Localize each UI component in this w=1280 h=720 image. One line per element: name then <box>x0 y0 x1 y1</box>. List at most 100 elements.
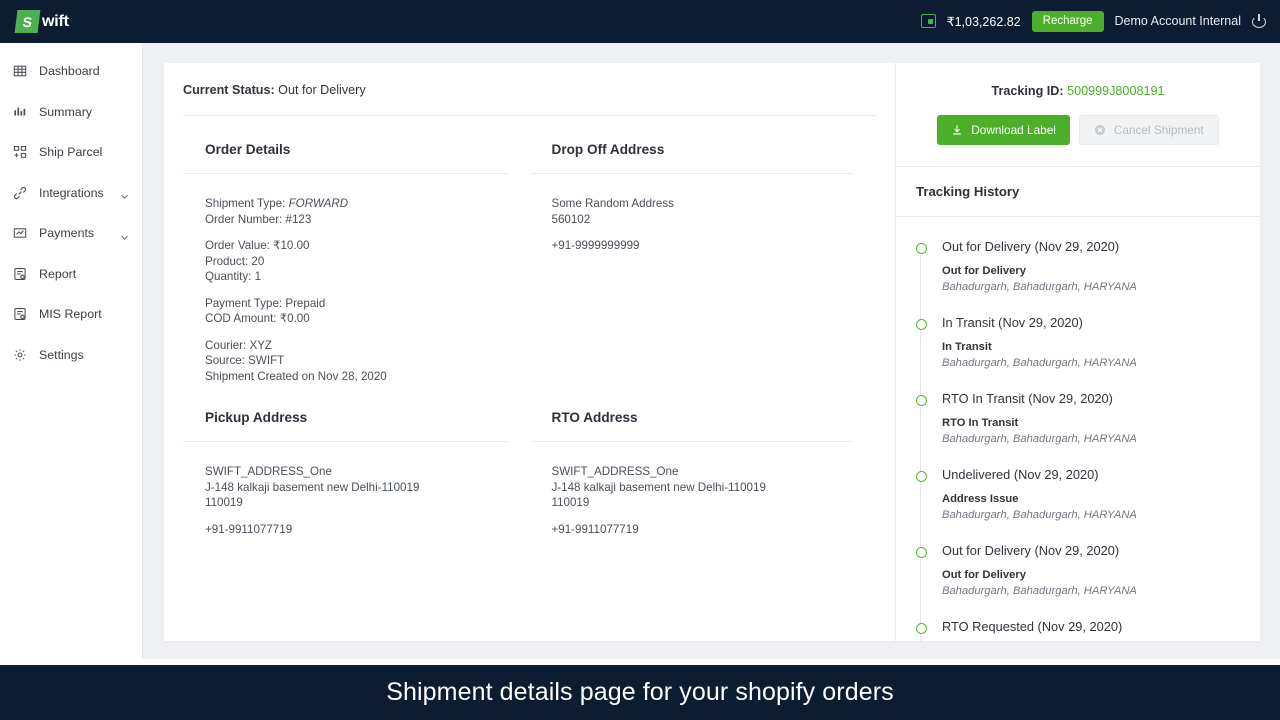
caption-bar: Shipment details page for your shopify o… <box>0 665 1280 720</box>
address-line-2: 560102 <box>551 212 591 226</box>
phone-row: +91-9911077719 <box>205 522 508 538</box>
section-title: Drop Off Address <box>551 142 665 157</box>
top-bar: S wift ₹1,03,262.82 Recharge Demo Accoun… <box>0 0 1280 43</box>
bar-chart-icon <box>13 105 27 119</box>
sidebar-item-label: Payments <box>39 226 95 241</box>
current-status-value: Out for Delivery <box>278 83 366 97</box>
main-content: Current Status: Out for Delivery Order D… <box>143 43 1280 665</box>
sidebar-item-label: Integrations <box>39 185 104 200</box>
event-title: Undelivered (Nov 29, 2020) <box>942 467 1099 483</box>
rto-address-section: RTO Address SWIFT_ADDRESS_One J-148 kalk… <box>529 384 877 537</box>
order-group-payment: Payment Type: Prepaid COD Amount: ₹0.00 <box>205 296 508 327</box>
payment-type: Payment Type: Prepaid <box>205 296 326 310</box>
source: Source: SWIFT <box>205 354 285 367</box>
tracking-header: Tracking ID: 500999J8008191 Download Lab… <box>896 63 1260 168</box>
pickup-address-body: SWIFT_ADDRESS_One J-148 kalkaji basement… <box>183 442 530 537</box>
download-label-button[interactable]: Download Label <box>937 115 1070 146</box>
shipment-type-value: FORWARD <box>288 197 349 210</box>
event-location: Bahadurgarh, Bahadurgarh, HARYANA <box>942 281 1137 294</box>
cod-amount: COD Amount: ₹0.00 <box>205 312 310 325</box>
event-title: Out for Delivery (Nov 29, 2020) <box>942 239 1120 255</box>
wallet-balance: ₹1,03,262.82 <box>946 14 1021 29</box>
current-status-label: Current Status: <box>183 83 275 97</box>
drop-off-address-section: Drop Off Address Some Random Address 560… <box>529 116 877 384</box>
tracking-event: Undelivered (Nov 29, 2020) Address Issue… <box>916 467 1246 547</box>
phone-number: +91-9999999999 <box>551 239 640 252</box>
current-status: Current Status: Out for Delivery <box>183 83 876 97</box>
sidebar-item-label: Report <box>39 266 77 281</box>
logo-mark-icon: S <box>14 10 41 33</box>
ship-parcel-icon <box>13 145 27 159</box>
event-status: Address Issue <box>942 493 1019 506</box>
current-status-row: Current Status: Out for Delivery <box>164 63 895 97</box>
cancel-shipment-text: Cancel Shipment <box>1113 123 1204 137</box>
caption-text: Shipment details page for your shopify o… <box>386 678 894 706</box>
address-line-3: 110019 <box>205 496 243 509</box>
phone-row: +91-9911077719 <box>552 522 855 538</box>
sidebar-item-label: Dashboard <box>39 64 100 79</box>
sidebar-item-mis-report[interactable]: MIS Report <box>0 294 142 335</box>
tracking-event: Out for Delivery (Nov 29, 2020) Out for … <box>916 543 1246 623</box>
event-location: Bahadurgarh, Bahadurgarh, HARYANA <box>942 509 1137 522</box>
sidebar-item-ship-parcel[interactable]: Ship Parcel <box>0 132 142 173</box>
address-line-1: SWIFT_ADDRESS_One <box>551 465 679 478</box>
event-status: Out for Delivery <box>942 265 1026 278</box>
phone-row: +91-9999999999 <box>552 238 855 254</box>
order-details-section: Order Details Shipment Type: FORWARD Ord… <box>183 116 530 384</box>
sidebar: Dashboard Summary Ship Parcel Integratio… <box>0 43 143 665</box>
section-title: Pickup Address <box>205 410 308 425</box>
recharge-button[interactable]: Recharge <box>1031 10 1104 33</box>
drop-off-address-body: Some Random Address 560102 +91-999999999… <box>530 174 877 254</box>
cancel-shipment-button[interactable]: Cancel Shipment <box>1078 115 1219 146</box>
sidebar-item-settings[interactable]: Settings <box>0 335 142 376</box>
pickup-address-section: Pickup Address SWIFT_ADDRESS_One J-148 k… <box>183 384 530 537</box>
sidebar-item-payments[interactable]: Payments <box>0 213 142 254</box>
shipment-type-row: Shipment Type: FORWARD <box>205 196 508 212</box>
order-details-body: Shipment Type: FORWARD Order Number: #12… <box>183 174 530 384</box>
event-title: Out for Delivery (Nov 29, 2020) <box>942 543 1120 559</box>
grid-icon <box>13 64 27 78</box>
sidebar-item-label: Ship Parcel <box>39 145 103 160</box>
quantity: Quantity: 1 <box>205 270 262 283</box>
event-location: Bahadurgarh, Bahadurgarh, HARYANA <box>942 433 1137 446</box>
download-label-text: Download Label <box>971 123 1056 137</box>
rto-address-body: SWIFT_ADDRESS_One J-148 kalkaji basement… <box>530 442 877 537</box>
order-group-value: Order Value: ₹10.00 Product: 20 Quantity… <box>205 238 508 285</box>
tracking-id-label: Tracking ID: <box>991 84 1064 98</box>
courier: Courier: XYZ <box>205 338 273 352</box>
chevron-down-icon[interactable] <box>120 188 129 200</box>
app-root: S wift ₹1,03,262.82 Recharge Demo Accoun… <box>0 0 1280 720</box>
chevron-down-icon[interactable] <box>120 229 129 240</box>
power-icon[interactable] <box>1252 14 1266 29</box>
event-title: RTO Requested (Nov 29, 2020) <box>942 619 1123 635</box>
event-location: Bahadurgarh, Bahadurgarh, HARYANA <box>942 585 1137 598</box>
sidebar-item-summary[interactable]: Summary <box>0 92 142 133</box>
account-name[interactable]: Demo Account Internal <box>1115 14 1241 28</box>
tracking-event: RTO Requested (Nov 29, 2020) Shipment Mi… <box>916 619 1246 641</box>
app-logo[interactable]: S wift <box>14 10 69 33</box>
order-group-type: Shipment Type: FORWARD Order Number: #12… <box>205 196 508 227</box>
address-line-1: SWIFT_ADDRESS_One <box>205 465 332 478</box>
sidebar-item-dashboard[interactable]: Dashboard <box>0 51 142 92</box>
event-status: Out for Delivery <box>942 569 1026 582</box>
order-group-courier: Courier: XYZ Source: SWIFT Shipment Crea… <box>205 338 508 385</box>
tracking-history-list[interactable]: Out for Delivery (Nov 29, 2020) Out for … <box>896 217 1260 641</box>
sidebar-item-report[interactable]: Report <box>0 254 142 295</box>
chart-box-icon <box>13 226 27 240</box>
section-title: Order Details <box>205 142 291 157</box>
sidebar-item-label: MIS Report <box>39 307 102 322</box>
event-title: RTO In Transit (Nov 29, 2020) <box>942 391 1113 407</box>
tracking-event: Out for Delivery (Nov 29, 2020) Out for … <box>916 239 1246 319</box>
address-lines: SWIFT_ADDRESS_One J-148 kalkaji basement… <box>552 464 855 511</box>
created-date: Shipment Created on Nov 28, 2020 <box>205 369 387 383</box>
gear-icon <box>13 348 27 362</box>
address-line-3: 110019 <box>551 496 590 509</box>
phone-number: +91-9911077719 <box>205 522 293 536</box>
tracking-id-value: 500999J8008191 <box>1067 84 1165 98</box>
sidebar-item-integrations[interactable]: Integrations <box>0 173 142 214</box>
sidebar-item-label: Summary <box>39 104 93 119</box>
address-line-2: J-148 kalkaji basement new Delhi-110019 <box>551 480 766 494</box>
product: Product: 20 <box>205 254 265 268</box>
link-icon <box>13 186 27 200</box>
address-lines: SWIFT_ADDRESS_One J-148 kalkaji basement… <box>205 464 508 511</box>
